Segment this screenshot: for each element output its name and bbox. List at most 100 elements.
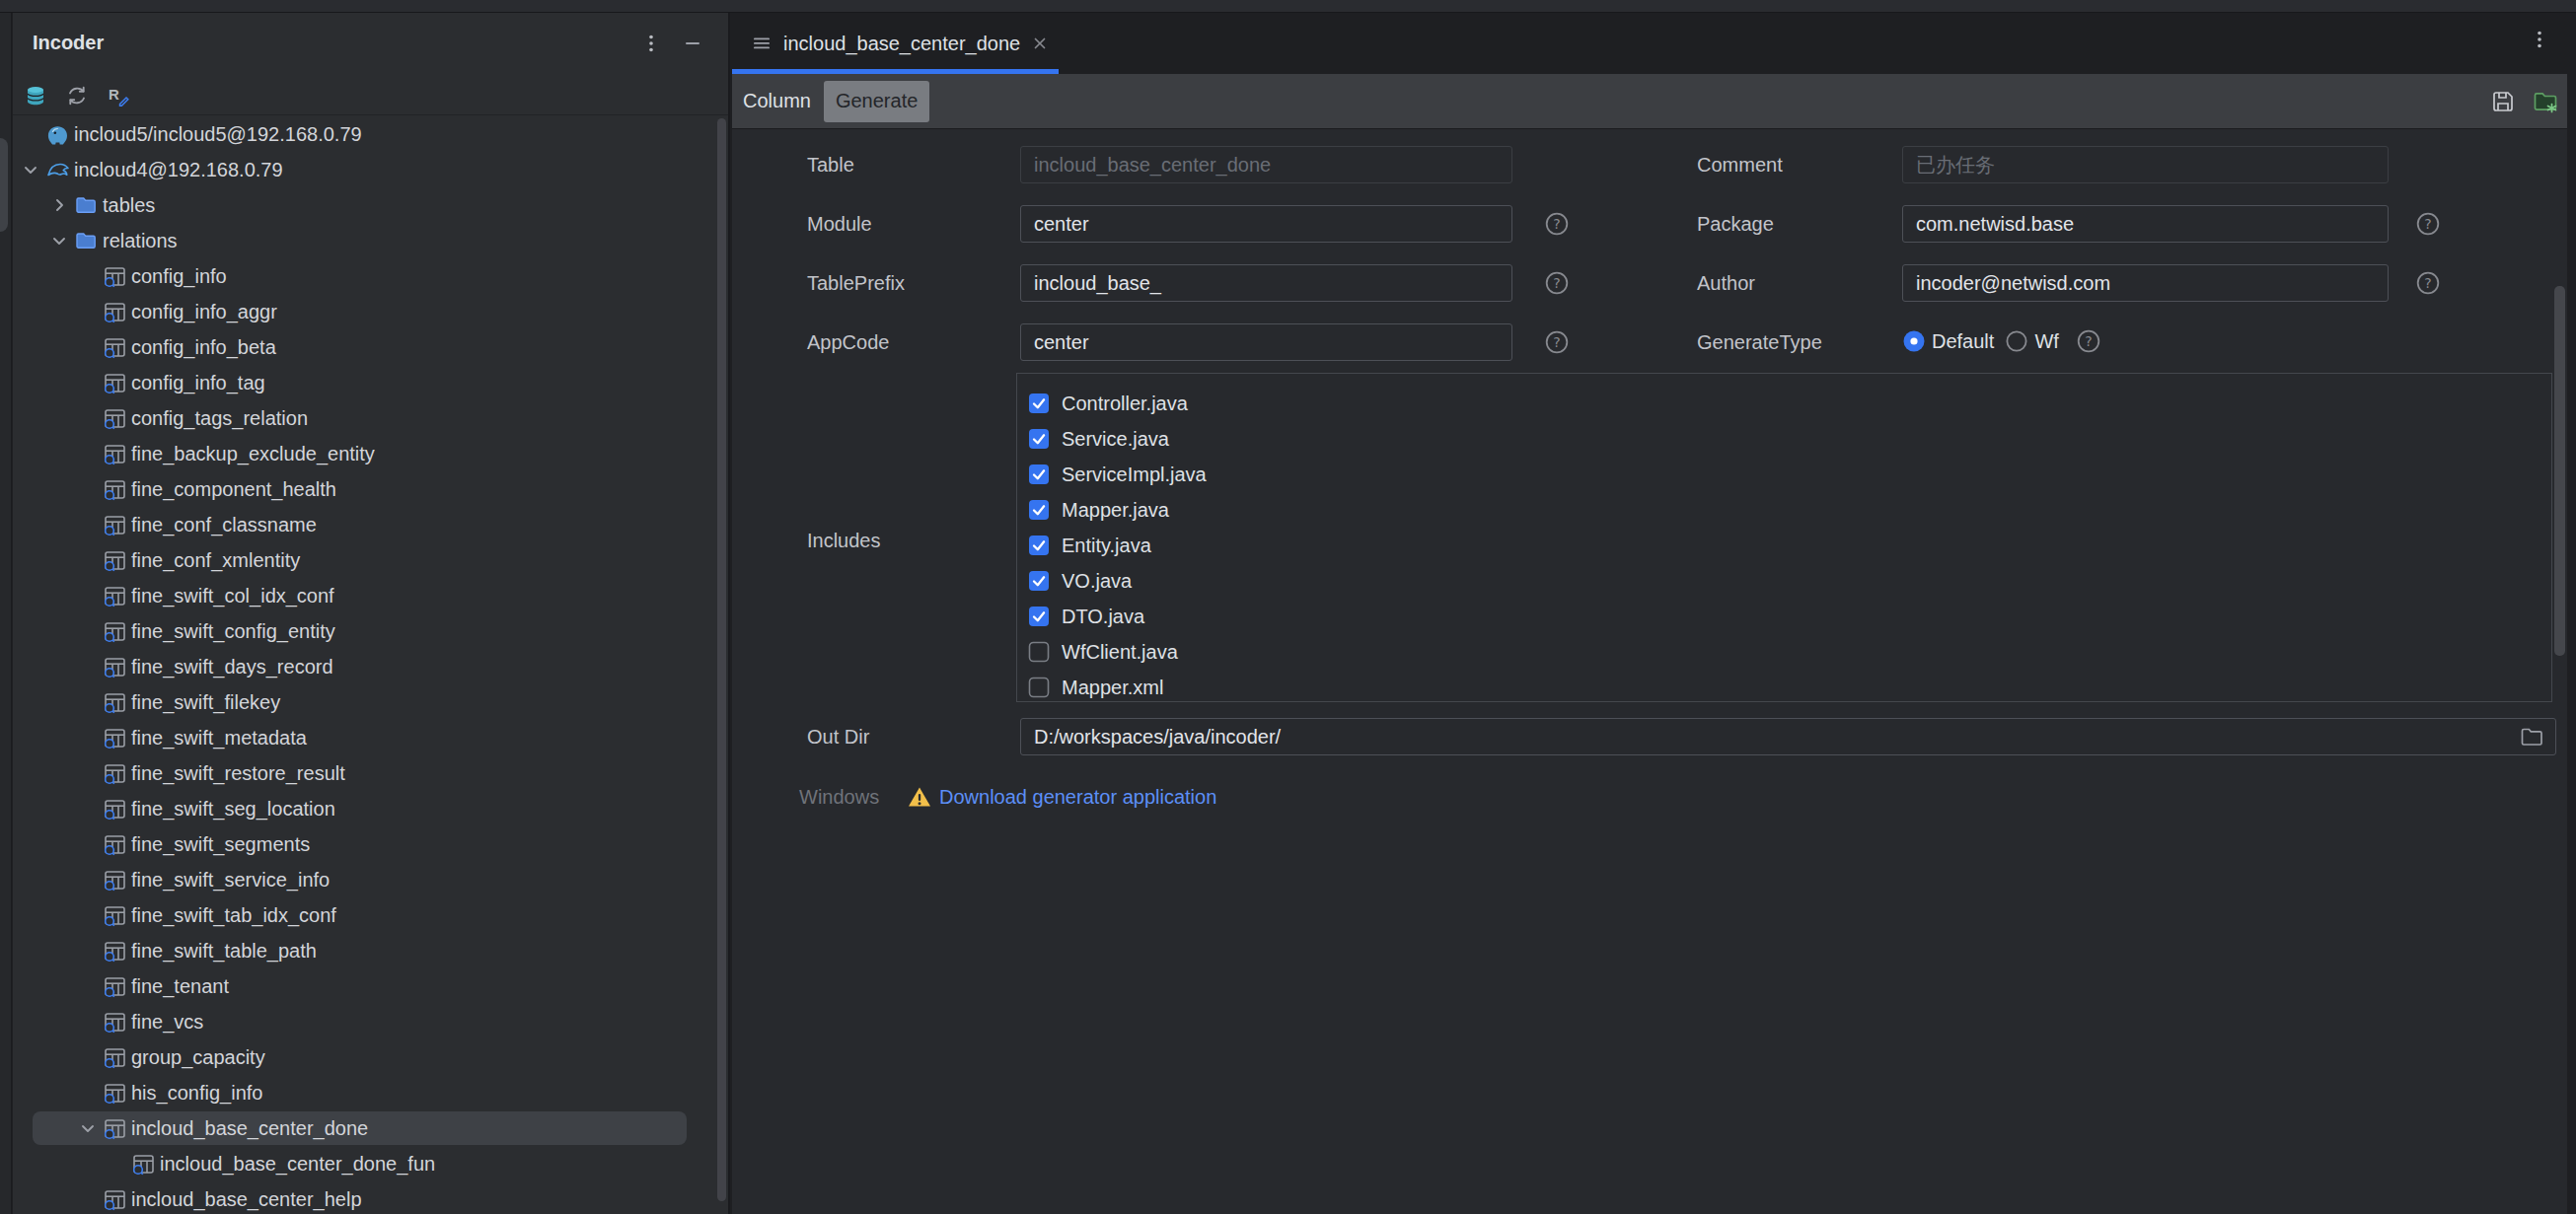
checkbox-checked-icon[interactable] [1028, 393, 1050, 414]
includes-option[interactable]: VO.java [1028, 563, 1132, 599]
tab-column[interactable]: Column [732, 90, 822, 112]
tree-item[interactable]: incloud5/incloud5@192.168.0.79 [13, 116, 728, 152]
table-icon [103, 406, 127, 431]
checkbox-unchecked-icon[interactable] [1028, 677, 1050, 698]
tree-item[interactable]: incloud_base_center_done [13, 1110, 728, 1146]
generatetype-help-icon[interactable]: ? [2076, 328, 2101, 354]
checkbox-checked-icon[interactable] [1028, 606, 1050, 627]
rename-icon[interactable]: R [107, 84, 130, 107]
tree-item-label: fine_swift_segments [131, 833, 310, 856]
includes-option[interactable]: ServiceImpl.java [1028, 457, 1207, 492]
package-input[interactable] [1902, 205, 2389, 243]
tree-item[interactable]: incloud_base_center_done_fun [13, 1146, 728, 1181]
database-icon[interactable] [24, 84, 47, 107]
open-generated-folder-icon[interactable] [2532, 88, 2559, 115]
tree-item-label: fine_swift_tab_idx_conf [131, 904, 336, 927]
appcode-input[interactable] [1020, 323, 1512, 361]
tree-item[interactable]: group_capacity [13, 1039, 728, 1075]
tree-item[interactable]: config_info_tag [13, 365, 728, 400]
tree-item[interactable]: tables [13, 187, 728, 223]
appcode-help-icon[interactable]: ? [1544, 329, 1570, 355]
tree-item[interactable]: fine_swift_seg_location [13, 791, 728, 826]
tree-item[interactable]: fine_swift_col_idx_conf [13, 578, 728, 613]
tableprefix-input[interactable] [1020, 264, 1512, 302]
chevron-down-icon[interactable] [19, 158, 42, 181]
includes-option[interactable]: Entity.java [1028, 528, 1151, 563]
chevron-spacer [76, 726, 100, 750]
tree-item[interactable]: fine_swift_filekey [13, 684, 728, 720]
mysql-icon [45, 158, 70, 182]
tree-item[interactable]: config_info_aggr [13, 294, 728, 329]
checkbox-checked-icon[interactable] [1028, 499, 1050, 521]
radio-wf[interactable] [2005, 329, 2028, 353]
checkbox-checked-icon[interactable] [1028, 428, 1050, 450]
module-help-icon[interactable]: ? [1544, 211, 1570, 237]
tree-item[interactable]: fine_component_health [13, 471, 728, 507]
stripe-button[interactable] [0, 138, 8, 232]
tree-item[interactable]: fine_conf_classname [13, 507, 728, 542]
tool-window-stripe [0, 13, 12, 1214]
includes-option[interactable]: WfClient.java [1028, 634, 1178, 670]
chevron-down-icon[interactable] [47, 229, 71, 252]
tree-item[interactable]: incloud4@192.168.0.79 [13, 152, 728, 187]
table-icon [103, 903, 127, 928]
tree-item[interactable]: fine_vcs [13, 1004, 728, 1039]
tab-generate[interactable]: Generate [824, 81, 929, 122]
author-help-icon[interactable]: ? [2415, 270, 2441, 296]
tree-item[interactable]: fine_swift_table_path [13, 933, 728, 968]
package-help-icon[interactable]: ? [2415, 211, 2441, 237]
folder-icon [74, 193, 99, 218]
tree-item[interactable]: fine_swift_config_entity [13, 613, 728, 649]
checkbox-checked-icon[interactable] [1028, 570, 1050, 592]
tree-item[interactable]: fine_swift_restore_result [13, 755, 728, 791]
tree-item[interactable]: fine_tenant [13, 968, 728, 1004]
minimize-icon[interactable] [681, 32, 704, 55]
download-generator-link[interactable]: Download generator application [939, 783, 1216, 811]
tableprefix-help-icon[interactable]: ? [1544, 270, 1570, 296]
checkbox-unchecked-icon[interactable] [1028, 641, 1050, 663]
tree-item[interactable]: relations [13, 223, 728, 258]
close-icon[interactable] [1030, 34, 1050, 53]
save-icon[interactable] [2490, 89, 2516, 114]
tree-item[interactable]: fine_swift_days_record [13, 649, 728, 684]
radio-default[interactable] [1902, 329, 1926, 353]
browse-folder-icon[interactable] [2519, 724, 2544, 750]
tree-item[interactable]: fine_swift_segments [13, 826, 728, 862]
tree-scrollbar[interactable] [717, 118, 726, 1201]
tree-item[interactable]: fine_swift_service_info [13, 862, 728, 897]
chevron-spacer [76, 264, 100, 288]
checkbox-checked-icon[interactable] [1028, 464, 1050, 485]
includes-option[interactable]: Controller.java [1028, 386, 1188, 421]
author-input[interactable] [1902, 264, 2389, 302]
chevron-spacer [76, 335, 100, 359]
checkbox-checked-icon[interactable] [1028, 535, 1050, 556]
chevron-right-icon[interactable] [47, 193, 71, 217]
outdir-label: Out Dir [807, 723, 869, 750]
outdir-input[interactable] [1020, 718, 2556, 755]
comment-input[interactable] [1902, 146, 2389, 183]
includes-option[interactable]: Service.java [1028, 421, 1169, 457]
warning-icon [907, 784, 932, 810]
editor-scrollbar[interactable] [2554, 286, 2565, 656]
options-menu-icon[interactable] [639, 32, 663, 55]
tree-item[interactable]: config_tags_relation [13, 400, 728, 436]
tree-item[interactable]: incloud_base_center_help [13, 1181, 728, 1214]
tree-item[interactable]: fine_backup_exclude_entity [13, 436, 728, 471]
includes-option[interactable]: DTO.java [1028, 599, 1144, 634]
chevron-spacer [105, 1152, 128, 1176]
module-input[interactable] [1020, 205, 1512, 243]
tree-item[interactable]: config_info_beta [13, 329, 728, 365]
table-input[interactable] [1020, 146, 1512, 183]
tree-item[interactable]: fine_swift_metadata [13, 720, 728, 755]
refresh-icon[interactable] [65, 84, 89, 107]
chevron-down-icon[interactable] [76, 1116, 100, 1140]
tree-item[interactable]: his_config_info [13, 1075, 728, 1110]
tree-item[interactable]: fine_conf_xmlentity [13, 542, 728, 578]
tree-item[interactable]: config_info [13, 258, 728, 294]
tab-options-icon[interactable] [2528, 28, 2551, 51]
editor-tab[interactable]: incloud_base_center_done [732, 13, 1059, 74]
includes-option[interactable]: Mapper.java [1028, 492, 1169, 528]
tree-item[interactable]: fine_swift_tab_idx_conf [13, 897, 728, 933]
includes-option[interactable]: Mapper.xml [1028, 670, 1163, 705]
table-icon [103, 477, 127, 502]
